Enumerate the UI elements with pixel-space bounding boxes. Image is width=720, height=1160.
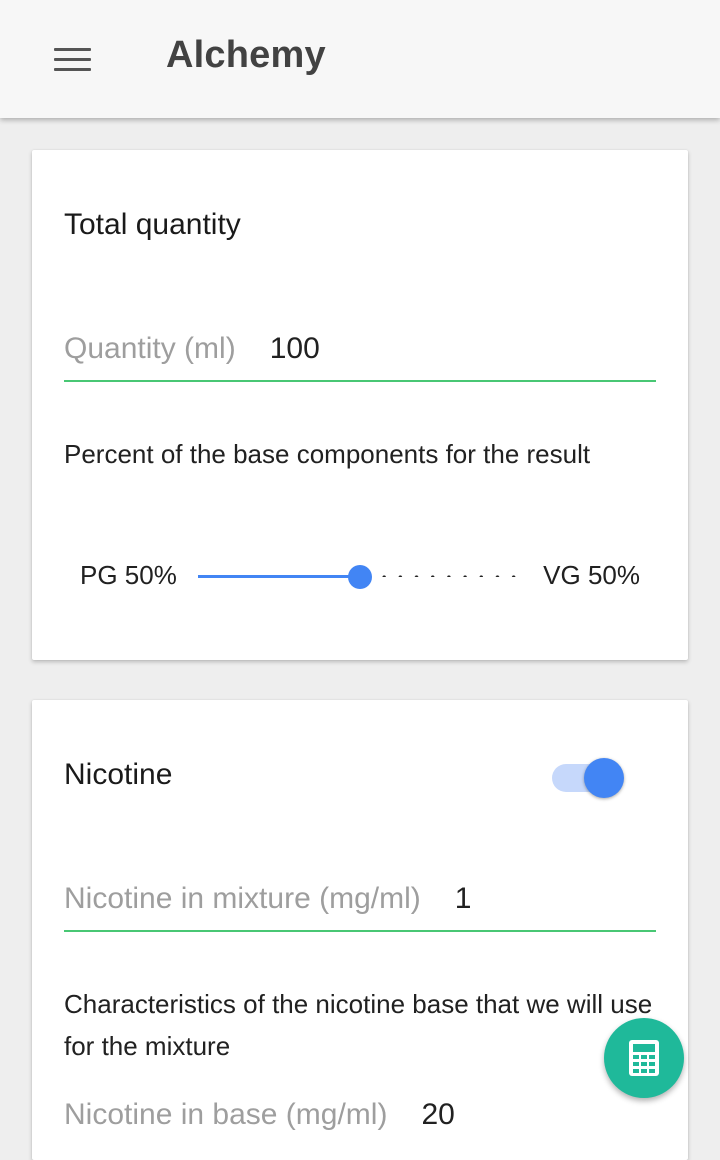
pg-vg-slider-row: PG 50% VG 50%: [64, 556, 656, 596]
card-title: Total quantity: [64, 208, 241, 241]
quantity-label: Quantity (ml): [64, 332, 236, 365]
quantity-input[interactable]: [269, 332, 470, 366]
calculate-button[interactable]: [604, 1018, 684, 1098]
pg-vg-slider[interactable]: [198, 556, 522, 596]
nicotine-mixture-label: Nicotine in mixture (mg/ml): [64, 882, 421, 915]
base-components-description: Percent of the base components for the r…: [64, 439, 591, 469]
nicotine-base-input[interactable]: [421, 1098, 622, 1132]
app-bar: Alchemy: [0, 0, 720, 118]
pg-label: PG 50%: [80, 560, 177, 590]
nicotine-card: Nicotine Nicotine in mixture (mg/ml) Cha…: [32, 700, 688, 1160]
vg-label: VG 50%: [543, 560, 640, 590]
total-quantity-card: Total quantity Quantity (ml) Percent of …: [32, 150, 688, 660]
nicotine-mixture-field[interactable]: Nicotine in mixture (mg/ml): [64, 868, 656, 932]
calculator-icon: [629, 1040, 659, 1076]
nicotine-base-description: Characteristics of the nicotine base tha…: [64, 989, 653, 1061]
slider-fill: [198, 575, 360, 578]
nicotine-base-field[interactable]: Nicotine in base (mg/ml): [64, 1084, 656, 1146]
card-title: Nicotine: [64, 758, 173, 791]
nicotine-toggle[interactable]: [550, 756, 628, 800]
toggle-knob: [584, 758, 624, 798]
app-title: Alchemy: [166, 34, 326, 76]
quantity-field[interactable]: Quantity (ml): [64, 318, 656, 382]
menu-icon[interactable]: [40, 30, 104, 88]
nicotine-mixture-input[interactable]: [454, 882, 655, 916]
nicotine-base-label: Nicotine in base (mg/ml): [64, 1098, 388, 1131]
slider-thumb[interactable]: [348, 565, 372, 589]
